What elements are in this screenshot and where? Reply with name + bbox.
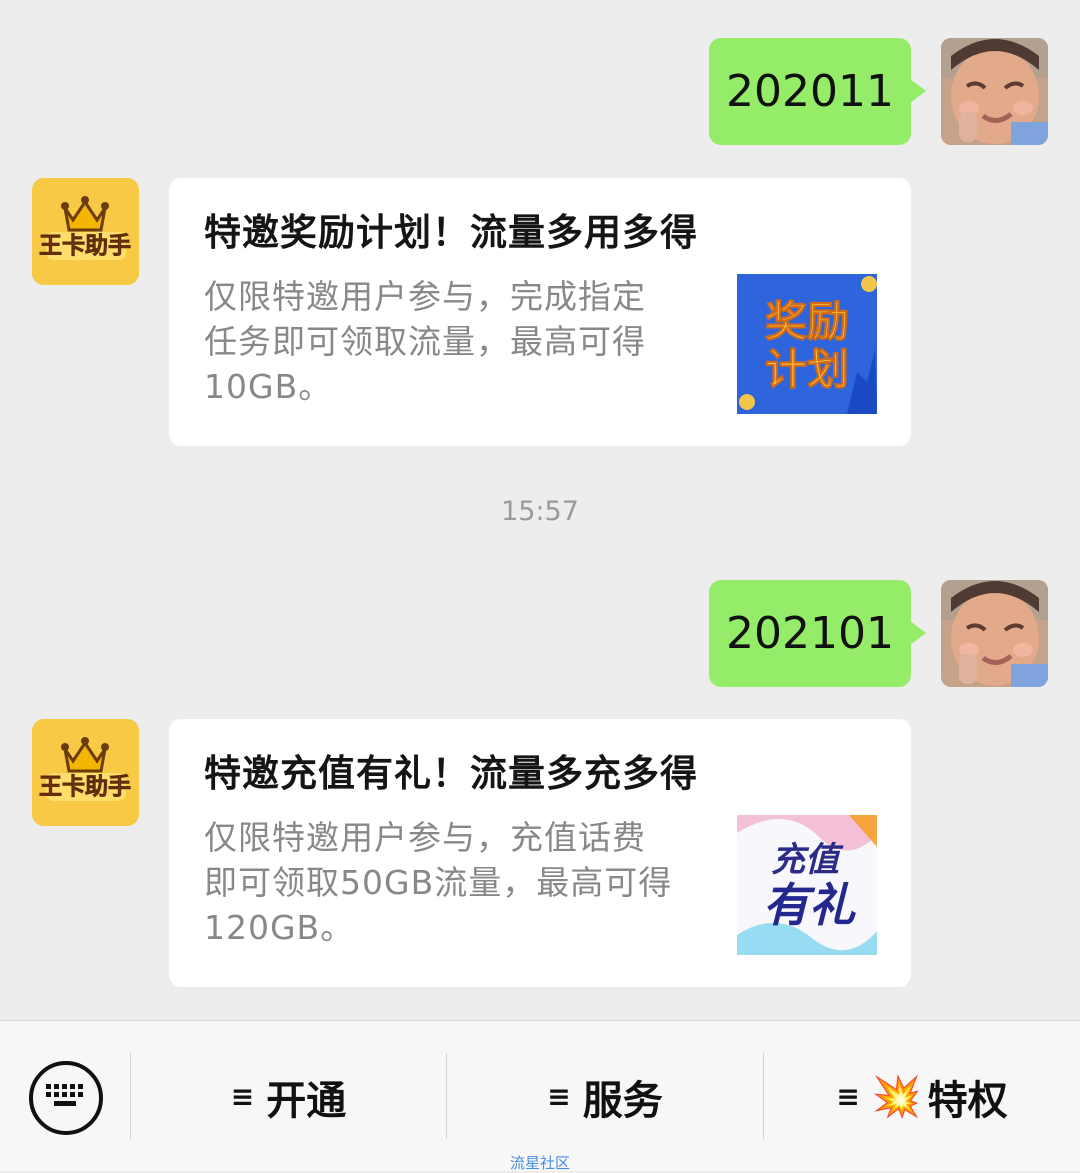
chat-area[interactable]: 202011 王卡助手 特邀奖励计划！流量多用多得 仅限特邀用户参与，完成指定 … — [0, 0, 1080, 1020]
svg-text:王卡助手: 王卡助手 — [39, 773, 131, 800]
svg-text:计划: 计划 — [765, 345, 849, 394]
user-avatar[interactable] — [941, 580, 1048, 687]
bottom-menu-bar: ≡ 开通 ≡ 服务 ≡ 💥 特权 — [0, 1020, 1080, 1171]
svg-text:充值: 充值 — [771, 840, 844, 880]
message-outgoing: 202011 — [709, 38, 1048, 145]
menu-lines-icon: ≡ — [836, 1080, 860, 1113]
menu-item-service[interactable]: ≡ 服务 — [447, 1021, 763, 1172]
promo-card[interactable]: 特邀充值有礼！流量多充多得 仅限特邀用户参与，充值话费 即可领取50GB流量，最… — [169, 719, 911, 987]
card-description-line: 即可领取50GB流量，最高可得 — [204, 863, 673, 902]
user-avatar[interactable] — [941, 38, 1048, 145]
recharge-gift-thumbnail: 充值 有礼 — [737, 815, 877, 955]
menu-item-label: 开通 — [266, 1077, 347, 1124]
footer-source-label: 流星社区 — [509, 1154, 570, 1172]
card-body: 仅限特邀用户参与，完成指定 任务即可领取流量，最高可得 10GB。 奖励 计划 — [204, 274, 877, 414]
message-timestamp: 15:57 — [501, 496, 579, 527]
reward-plan-thumbnail: 奖励 计划 — [737, 274, 877, 414]
card-description: 仅限特邀用户参与，完成指定 任务即可领取流量，最高可得 10GB。 — [204, 274, 704, 414]
wangka-assistant-logo: 王卡助手 — [32, 719, 139, 826]
card-description-line: 120GB。 — [204, 908, 355, 947]
user-avatar-image — [941, 580, 1048, 687]
menu-item-open[interactable]: ≡ 开通 — [131, 1021, 446, 1172]
card-description-line: 任务即可领取流量，最高可得 — [204, 322, 646, 361]
card-description: 仅限特邀用户参与，充值话费 即可领取50GB流量，最高可得 120GB。 — [204, 815, 704, 955]
message-text: 202011 — [726, 66, 894, 117]
message-outgoing: 202101 — [709, 580, 1048, 687]
wangka-assistant-logo: 王卡助手 — [32, 178, 139, 285]
message-text: 202101 — [726, 608, 894, 659]
bot-avatar[interactable]: 王卡助手 — [32, 178, 139, 285]
menu-item-privilege[interactable]: ≡ 💥 特权 — [764, 1021, 1080, 1172]
card-description-line: 10GB。 — [204, 367, 333, 406]
menu-lines-icon: ≡ — [230, 1080, 255, 1113]
outgoing-bubble[interactable]: 202101 — [709, 580, 926, 687]
card-body: 仅限特邀用户参与，充值话费 即可领取50GB流量，最高可得 120GB。 充值 … — [204, 815, 877, 955]
svg-text:有礼: 有礼 — [763, 878, 856, 932]
explosion-icon: 💥 — [871, 1073, 922, 1120]
message-incoming-card: 王卡助手 特邀充值有礼！流量多充多得 仅限特邀用户参与，充值话费 即可领取50G… — [32, 719, 911, 987]
menu-item-label: 特权 — [927, 1077, 1008, 1124]
keyboard-toggle-button[interactable] — [29, 1061, 103, 1135]
card-description-line: 仅限特邀用户参与，充值话费 — [204, 818, 646, 857]
recharge-gift-image: 充值 有礼 — [737, 815, 877, 955]
svg-text:奖励: 奖励 — [765, 297, 849, 346]
promo-card[interactable]: 特邀奖励计划！流量多用多得 仅限特邀用户参与，完成指定 任务即可领取流量，最高可… — [169, 178, 911, 446]
card-description-line: 仅限特邀用户参与，完成指定 — [204, 277, 646, 316]
bot-avatar[interactable]: 王卡助手 — [32, 719, 139, 826]
user-avatar-image — [941, 38, 1048, 145]
reward-plan-image: 奖励 计划 — [737, 274, 877, 414]
outgoing-bubble[interactable]: 202011 — [709, 38, 926, 145]
card-title: 特邀充值有礼！流量多充多得 — [204, 752, 698, 795]
keyboard-icon — [44, 1080, 88, 1116]
svg-text:王卡助手: 王卡助手 — [39, 232, 131, 259]
card-title: 特邀奖励计划！流量多用多得 — [204, 211, 698, 254]
message-incoming-card: 王卡助手 特邀奖励计划！流量多用多得 仅限特邀用户参与，完成指定 任务即可领取流… — [32, 178, 911, 446]
menu-lines-icon: ≡ — [547, 1080, 571, 1113]
menu-item-label: 服务 — [582, 1077, 663, 1124]
